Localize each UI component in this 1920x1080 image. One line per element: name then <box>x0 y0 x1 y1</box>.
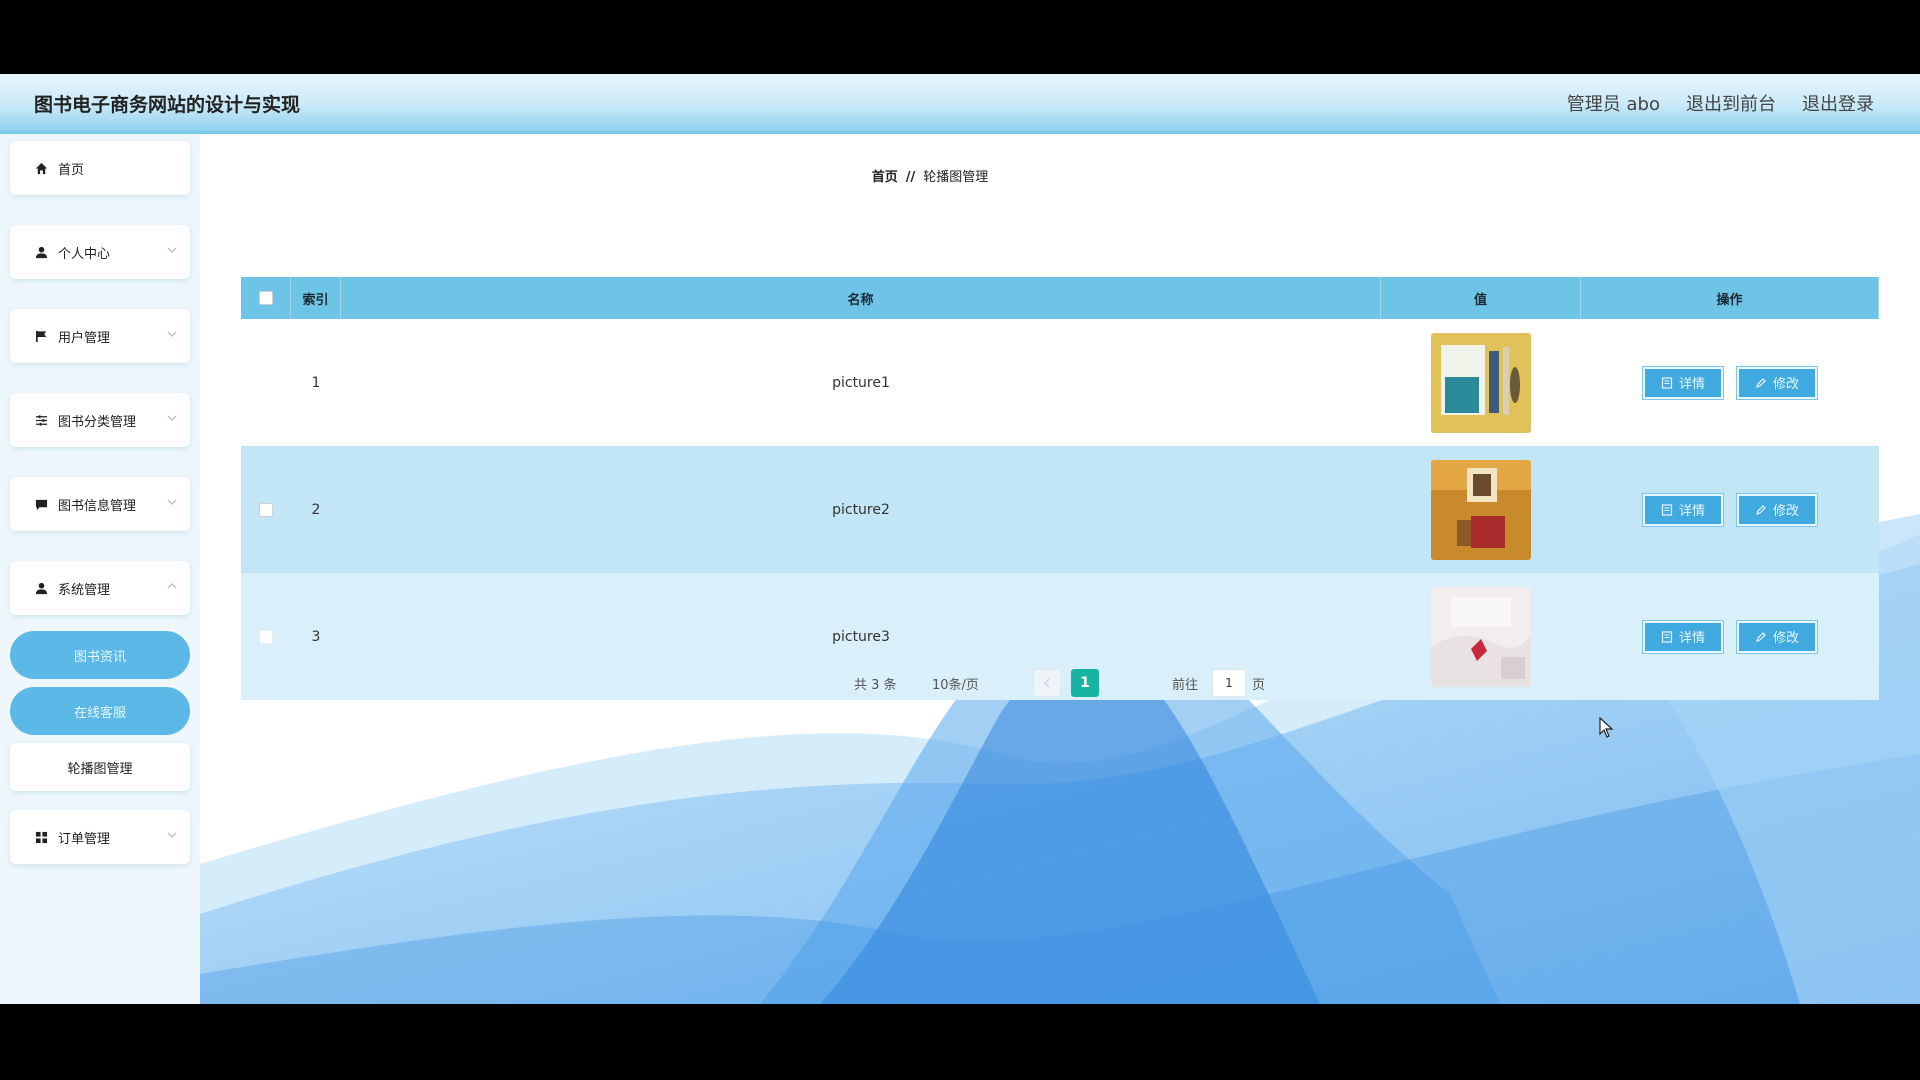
sidebar-item-label: 订单管理 <box>58 831 111 847</box>
admin-user-label[interactable]: 管理员 abo <box>1567 90 1660 116</box>
header-value: 值 <box>1381 277 1581 319</box>
grid-icon <box>34 830 48 844</box>
chevron-down-icon <box>167 247 177 253</box>
goto-suffix: 页 <box>1252 678 1266 693</box>
breadcrumb-home[interactable]: 首页 <box>872 170 898 185</box>
edit-button[interactable]: 修改 <box>1737 620 1817 653</box>
edit-icon <box>1756 631 1766 642</box>
pagination-total: 共 3 条 <box>854 678 897 693</box>
carousel-image-thumbnail[interactable] <box>1431 332 1531 433</box>
row-name: picture1 <box>832 374 890 391</box>
page-size-select[interactable]: 10条/页 <box>932 674 979 693</box>
document-icon <box>1661 376 1673 389</box>
carousel-image-thumbnail[interactable] <box>1431 459 1531 560</box>
main-content: 首页 // 轮播图管理 索引 名称 值 操作 1 picture1 详情 修改 2 … <box>200 134 1920 1004</box>
site-title: 图书电子商务网站的设计与实现 <box>34 94 301 116</box>
row-name: picture2 <box>832 501 890 518</box>
header-name: 名称 <box>341 277 1381 319</box>
mouse-cursor-icon <box>1599 717 1614 738</box>
home-icon <box>34 161 48 175</box>
chevron-down-icon <box>167 331 177 337</box>
header-operation: 操作 <box>1581 277 1879 319</box>
row-checkbox[interactable] <box>259 629 273 644</box>
top-header: 图书电子商务网站的设计与实现 管理员 abo 退出到前台 退出登录 <box>0 74 1920 134</box>
sidebar-subitem-online-service[interactable]: 在线客服 <box>10 687 190 735</box>
detail-button[interactable]: 详情 <box>1643 620 1723 653</box>
sidebar-item-book-category[interactable]: 图书分类管理 <box>10 393 190 447</box>
sidebar-item-label: 首页 <box>58 162 85 178</box>
carousel-table: 索引 名称 值 操作 1 picture1 详情 修改 2 picture2 详… <box>241 277 1879 700</box>
goto-prefix: 前往 <box>1172 678 1199 693</box>
breadcrumb-current: 轮播图管理 <box>923 170 989 185</box>
pagination: 共 3 条 10条/页 1 前往 1 页 <box>200 667 1920 697</box>
sidebar-item-label: 个人中心 <box>58 246 111 262</box>
sidebar: 首页 个人中心 用户管理 图书分类管理 图书信息管理 系统管理 图书资讯 在线客… <box>0 134 200 1004</box>
user-icon <box>34 245 48 259</box>
table-row: 1 picture1 详情 修改 <box>241 319 1879 446</box>
row-index: 2 <box>311 501 321 518</box>
table-header: 索引 名称 值 操作 <box>241 277 1879 319</box>
edit-icon <box>1756 504 1766 515</box>
sliders-icon <box>34 413 48 427</box>
chevron-down-icon <box>167 415 177 421</box>
header-index: 索引 <box>291 277 341 319</box>
breadcrumb: 首页 // 轮播图管理 <box>200 166 1660 185</box>
sidebar-item-home[interactable]: 首页 <box>10 141 190 195</box>
page-number-current[interactable]: 1 <box>1071 669 1099 697</box>
sidebar-subitem-book-news[interactable]: 图书资讯 <box>10 631 190 679</box>
chevron-down-icon <box>167 832 177 838</box>
logout-link[interactable]: 退出登录 <box>1802 90 1874 116</box>
sidebar-item-label: 用户管理 <box>58 330 111 346</box>
chevron-down-icon <box>167 499 177 505</box>
breadcrumb-separator: // <box>905 170 916 185</box>
edit-icon <box>1756 377 1766 388</box>
sidebar-subitem-carousel[interactable]: 轮播图管理 <box>10 743 190 791</box>
row-checkbox[interactable] <box>259 502 273 517</box>
app-window: 图书电子商务网站的设计与实现 管理员 abo 退出到前台 退出登录 首页 个人中… <box>0 74 1920 1004</box>
sidebar-item-personal-center[interactable]: 个人中心 <box>10 225 190 279</box>
sidebar-item-label: 图书分类管理 <box>58 414 137 430</box>
table-row: 2 picture2 详情 修改 <box>241 446 1879 573</box>
sidebar-item-label: 系统管理 <box>58 582 111 598</box>
detail-button[interactable]: 详情 <box>1643 493 1723 526</box>
detail-button[interactable]: 详情 <box>1643 366 1723 399</box>
sidebar-item-user-management[interactable]: 用户管理 <box>10 309 190 363</box>
document-icon <box>1661 503 1673 516</box>
document-icon <box>1661 630 1673 643</box>
chevron-left-icon <box>1044 678 1050 688</box>
chat-icon <box>34 497 48 511</box>
prev-page-button[interactable] <box>1033 669 1061 697</box>
row-index: 1 <box>311 374 321 391</box>
edit-button[interactable]: 修改 <box>1737 366 1817 399</box>
chevron-up-icon <box>167 583 177 589</box>
sidebar-item-system-management[interactable]: 系统管理 <box>10 561 190 615</box>
edit-button[interactable]: 修改 <box>1737 493 1817 526</box>
exit-to-front-link[interactable]: 退出到前台 <box>1686 90 1776 116</box>
goto-page-input[interactable]: 1 <box>1212 669 1246 697</box>
sidebar-item-book-info[interactable]: 图书信息管理 <box>10 477 190 531</box>
user-icon <box>34 581 48 595</box>
sidebar-item-order-management[interactable]: 订单管理 <box>10 810 190 864</box>
sidebar-item-label: 图书信息管理 <box>58 498 137 514</box>
select-all-checkbox[interactable] <box>258 291 273 305</box>
flag-icon <box>34 329 48 343</box>
